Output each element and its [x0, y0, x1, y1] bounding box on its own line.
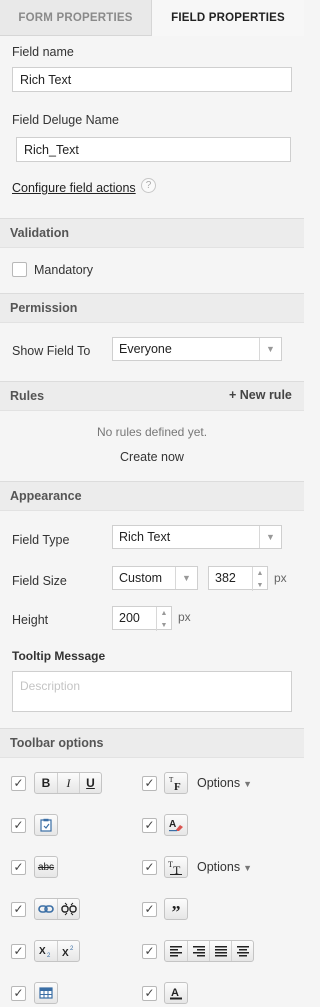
eraser-icon: A	[165, 815, 187, 835]
paste-checkbox[interactable]: ✓	[11, 818, 26, 833]
superscript-icon[interactable]: X2	[57, 941, 79, 961]
paste-icon	[35, 815, 57, 835]
field-size-select[interactable]: Custom ▼	[112, 566, 198, 590]
strikethrough-checkbox[interactable]: ✓	[11, 860, 26, 875]
tooltip-message-label: Tooltip Message	[12, 649, 106, 663]
strikethrough-icon: abc	[37, 861, 55, 873]
help-icon[interactable]: ?	[141, 178, 156, 193]
new-rule-button[interactable]: + New rule	[229, 388, 292, 402]
field-size-px-input[interactable]: 382 ▲ ▼	[208, 566, 268, 591]
stepper-icon[interactable]: ▲ ▼	[156, 607, 171, 631]
clear-format-button[interactable]: A	[164, 814, 188, 836]
svg-text:T: T	[173, 863, 181, 875]
deluge-name-label: Field Deluge Name	[12, 113, 119, 127]
bold-icon[interactable]: B	[35, 773, 57, 793]
mandatory-checkbox[interactable]	[12, 262, 27, 277]
properties-tabs: FORM PROPERTIES FIELD PROPERTIES	[0, 0, 304, 36]
quote-icon: ”	[171, 901, 181, 922]
px-unit-label: px	[178, 610, 191, 624]
quote-checkbox[interactable]: ✓	[142, 902, 157, 917]
strikethrough-button[interactable]: abc	[34, 856, 58, 878]
permission-section-header: Permission	[0, 293, 304, 323]
deluge-name-input[interactable]: Rich_Text	[16, 137, 291, 162]
px-unit-label: px	[274, 571, 287, 585]
options-label: Options	[197, 776, 241, 790]
subscript-superscript-checkbox[interactable]: ✓	[11, 944, 26, 959]
font-size-icon: TT	[165, 857, 187, 877]
clear-format-checkbox[interactable]: ✓	[142, 818, 157, 833]
table-checkbox[interactable]: ✓	[11, 986, 26, 1001]
link-buttons	[34, 898, 80, 920]
alignment-buttons	[164, 940, 254, 962]
svg-text:2: 2	[70, 946, 74, 952]
field-name-input[interactable]: Rich Text	[12, 67, 292, 92]
table-button[interactable]	[34, 982, 58, 1004]
font-color-checkbox[interactable]: ✓	[142, 986, 157, 1001]
svg-text:F: F	[174, 781, 181, 791]
italic-icon[interactable]: I	[57, 773, 79, 793]
stepper-icon[interactable]: ▲ ▼	[252, 567, 267, 591]
height-input[interactable]: 200 ▲ ▼	[112, 606, 172, 631]
script-buttons: X2 X2	[34, 940, 80, 962]
chevron-down-icon: ▼	[259, 526, 281, 548]
link-checkbox[interactable]: ✓	[11, 902, 26, 917]
font-family-options-dropdown[interactable]: Options ▼	[197, 776, 252, 790]
font-size-checkbox[interactable]: ✓	[142, 860, 157, 875]
align-left-icon[interactable]	[165, 941, 187, 961]
field-type-value: Rich Text	[119, 530, 171, 544]
chevron-down-icon: ▼	[175, 567, 197, 589]
show-field-to-label: Show Field To	[12, 344, 91, 358]
tab-form-properties[interactable]: FORM PROPERTIES	[0, 0, 152, 36]
paste-button[interactable]	[34, 814, 58, 836]
subscript-icon[interactable]: X2	[35, 941, 57, 961]
tooltip-message-textarea[interactable]: Description	[12, 671, 292, 712]
svg-text:A: A	[169, 819, 176, 830]
font-color-icon: A	[165, 983, 187, 1003]
font-size-options-dropdown[interactable]: Options ▼	[197, 860, 252, 874]
toolbar-options-section-header: Toolbar options	[0, 728, 304, 758]
caret-down-icon: ▼	[243, 863, 253, 873]
svg-text:X: X	[39, 946, 46, 957]
unlink-icon[interactable]	[57, 899, 79, 919]
show-field-to-select[interactable]: Everyone ▼	[112, 337, 282, 361]
align-justify-icon[interactable]	[209, 941, 231, 961]
caret-down-icon: ▼	[243, 779, 253, 789]
show-field-to-value: Everyone	[119, 342, 172, 356]
font-family-icon: TF	[165, 773, 187, 793]
validation-section-header: Validation	[0, 218, 304, 248]
create-now-link[interactable]: Create now	[0, 450, 304, 464]
options-label: Options	[197, 860, 241, 874]
field-type-select[interactable]: Rich Text ▼	[112, 525, 282, 549]
svg-text:X: X	[62, 948, 69, 958]
svg-text:A: A	[171, 987, 179, 999]
mandatory-label: Mandatory	[34, 263, 94, 277]
tab-field-properties[interactable]: FIELD PROPERTIES	[152, 0, 304, 36]
no-rules-text: No rules defined yet.	[96, 425, 208, 439]
font-family-checkbox[interactable]: ✓	[142, 776, 157, 791]
height-value: 200	[119, 611, 140, 625]
height-label: Height	[12, 613, 49, 627]
field-name-label: Field name	[12, 45, 74, 59]
font-family-button[interactable]: TF	[164, 772, 188, 794]
underline-icon[interactable]: U	[79, 773, 101, 793]
bold-italic-underline-checkbox[interactable]: ✓	[11, 776, 26, 791]
configure-field-actions-link[interactable]: Configure field actions	[12, 181, 136, 195]
text-style-buttons: B I U	[34, 772, 102, 794]
field-size-value: Custom	[119, 571, 163, 585]
chevron-down-icon: ▼	[259, 338, 281, 360]
field-size-label: Field Size	[12, 574, 67, 588]
font-color-button[interactable]: A	[164, 982, 188, 1004]
table-icon	[35, 983, 57, 1003]
link-icon[interactable]	[35, 899, 57, 919]
field-size-px-value: 382	[215, 571, 236, 585]
appearance-section-header: Appearance	[0, 481, 304, 511]
field-type-label: Field Type	[12, 533, 70, 547]
svg-text:2: 2	[47, 953, 51, 958]
align-center-icon[interactable]	[231, 941, 253, 961]
font-size-button[interactable]: TT	[164, 856, 188, 878]
quote-button[interactable]: ”	[164, 898, 188, 922]
alignment-checkbox[interactable]: ✓	[142, 944, 157, 959]
align-right-icon[interactable]	[187, 941, 209, 961]
